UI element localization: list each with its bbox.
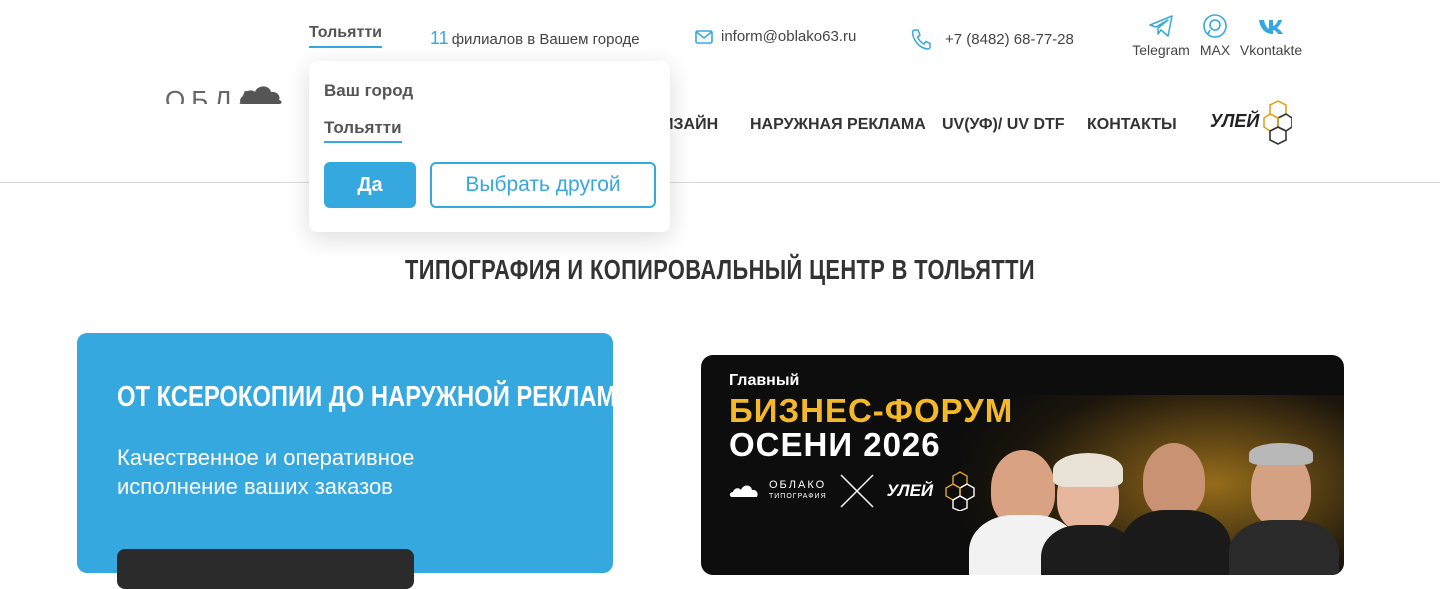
- branches-count: 11: [430, 28, 449, 48]
- site-header: ОБЛА Тольятти 11 филиалов в Вашем городе …: [0, 0, 1440, 183]
- phone-text: +7 (8482) 68-77-28: [945, 30, 1074, 48]
- nav-item-contacts[interactable]: КОНТАКТЫ: [1087, 116, 1177, 134]
- nav-item-outdoor-ads[interactable]: НАРУЖНАЯ РЕКЛАМА: [750, 116, 926, 134]
- cloud-icon: [729, 485, 758, 497]
- phone-icon: [911, 29, 931, 50]
- nav-item-uv-dtf[interactable]: UV(УФ)/ UV DTF: [942, 116, 1065, 134]
- city-selector[interactable]: Тольятти: [309, 24, 382, 48]
- mail-icon: [695, 29, 713, 44]
- popup-title: Ваш город: [324, 81, 414, 100]
- cross-icon: [840, 474, 874, 508]
- email-link[interactable]: inform@oblako63.ru: [695, 28, 856, 45]
- promo-title: ОТ КСЕРОКОПИИ ДО НАРУЖНОЙ РЕКЛАМЫ: [117, 381, 640, 413]
- social-max[interactable]: MAX: [1196, 12, 1234, 58]
- promo-card: ОТ КСЕРОКОПИИ ДО НАРУЖНОЙ РЕКЛАМЫ Качест…: [77, 333, 640, 589]
- banner-line2: БИЗНЕС-ФОРУМ: [729, 392, 1014, 429]
- confirm-city-button[interactable]: Да: [324, 162, 416, 208]
- banner-logo-uley: УЛЕЙ: [886, 481, 934, 500]
- social-label: Telegram: [1132, 42, 1190, 58]
- site-logo[interactable]: ОБЛА: [165, 80, 285, 104]
- popup-city: Тольятти: [324, 118, 402, 143]
- banner-logos: ОБЛАКО ТИПОГРАФИЯ УЛЕЙ: [729, 471, 979, 511]
- partner-logo-text: УЛЕЙ: [1210, 111, 1260, 131]
- vk-icon: [1259, 20, 1283, 34]
- banner-line3: ОСЕНИ 2026: [729, 426, 941, 463]
- promo-text: Качественное и оперативное исполнение ва…: [117, 445, 415, 499]
- max-icon: [1203, 14, 1227, 38]
- email-text: inform@oblako63.ru: [721, 28, 857, 45]
- social-label: Vkontakte: [1239, 42, 1303, 58]
- cloud-icon: [240, 86, 282, 104]
- social-label: MAX: [1199, 42, 1231, 58]
- telegram-icon: [1149, 15, 1173, 37]
- banner-logo-oblako-name: ОБЛАКО: [769, 479, 827, 491]
- page-title: ТИПОГРАФИЯ И КОПИРОВАЛЬНЫЙ ЦЕНТР В ТОЛЬЯ…: [405, 254, 1035, 285]
- city-confirm-popup: Ваш город Тольятти Да Выбрать другой: [309, 61, 670, 232]
- partner-logo[interactable]: УЛЕЙ: [1208, 97, 1293, 156]
- choose-other-city-button[interactable]: Выбрать другой: [430, 162, 656, 208]
- social-telegram[interactable]: Telegram: [1130, 12, 1192, 58]
- banner-logo-oblako-sub: ТИПОГРАФИЯ: [769, 493, 827, 500]
- forum-banner[interactable]: Главный БИЗНЕС-ФОРУМ ОСЕНИ 2026 ОБЛАКО Т…: [701, 355, 1344, 575]
- promo-button[interactable]: [117, 549, 414, 589]
- social-vk[interactable]: Vkontakte: [1238, 12, 1304, 58]
- branches-text: филиалов в Вашем городе: [451, 31, 640, 48]
- banner-logo-oblako: ОБЛАКО ТИПОГРАФИЯ: [769, 479, 827, 503]
- banner-line1: Главный: [729, 372, 800, 389]
- hive-logo-icon: [945, 471, 975, 511]
- phone-link[interactable]: +7 (8482) 68-77-28: [911, 28, 1074, 50]
- nav-item-design[interactable]: ИЗАЙН: [662, 116, 718, 134]
- branches-info[interactable]: 11 филиалов в Вашем городе: [430, 28, 640, 49]
